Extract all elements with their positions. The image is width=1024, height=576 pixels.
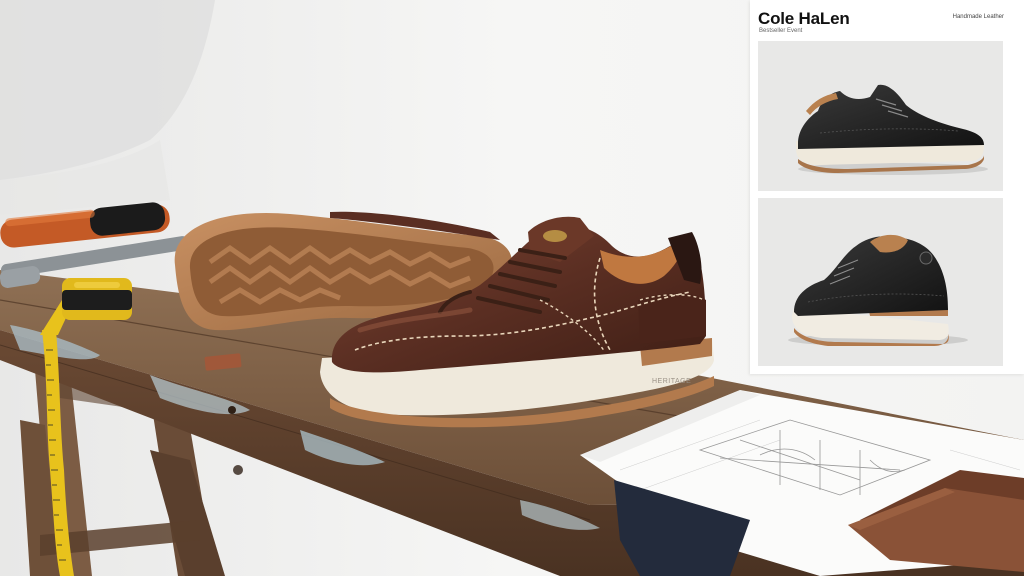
product-panel: Cole HaLen Bestseller Event Handmade Lea… (750, 0, 1024, 374)
sole-stamp: HERITAGE (652, 378, 691, 385)
black-shoe-rear-view (758, 198, 1003, 366)
brand-subtitle: Bestseller Event (759, 28, 803, 34)
brand-tagline: Handmade Leather (952, 14, 1004, 20)
product-photo-side[interactable] (758, 41, 1003, 191)
photo-stage: HERITAGE Cole HaLen Bestseller Event Han… (0, 0, 1024, 576)
black-shoe-side-view (758, 41, 1003, 191)
brand-logo[interactable]: Cole HaLen (758, 9, 850, 29)
product-photo-back[interactable] (758, 198, 1003, 366)
